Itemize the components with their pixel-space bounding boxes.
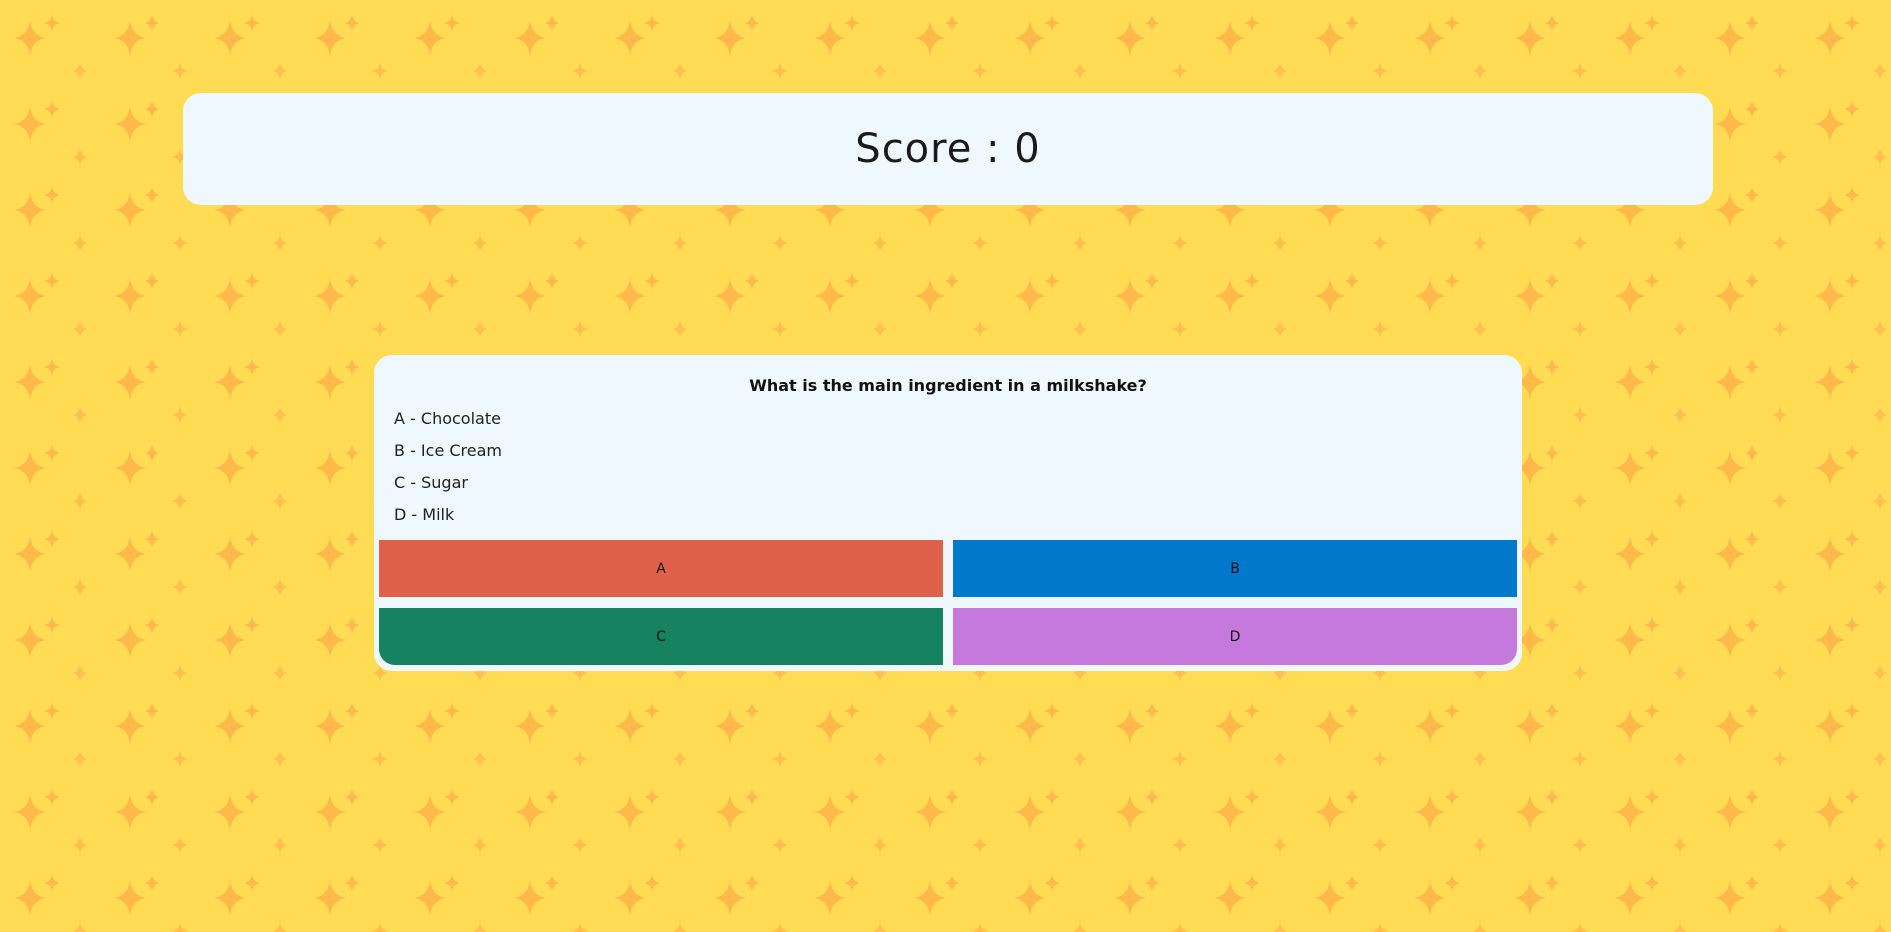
option-b-text: B - Ice Cream xyxy=(394,441,502,460)
score-card: Score : 0 xyxy=(183,93,1713,205)
quiz-card: What is the main ingredient in a milksha… xyxy=(374,355,1522,671)
answer-c-button[interactable]: C xyxy=(379,608,943,665)
answer-a-button[interactable]: A xyxy=(379,540,943,597)
score-display: Score : 0 xyxy=(855,126,1041,172)
answer-b-button[interactable]: B xyxy=(953,540,1517,597)
option-a-text: A - Chocolate xyxy=(394,409,501,428)
question-text: What is the main ingredient in a milksha… xyxy=(749,376,1147,395)
option-c-text: C - Sugar xyxy=(394,473,468,492)
answer-d-button[interactable]: D xyxy=(953,608,1517,665)
option-d-text: D - Milk xyxy=(394,505,455,524)
